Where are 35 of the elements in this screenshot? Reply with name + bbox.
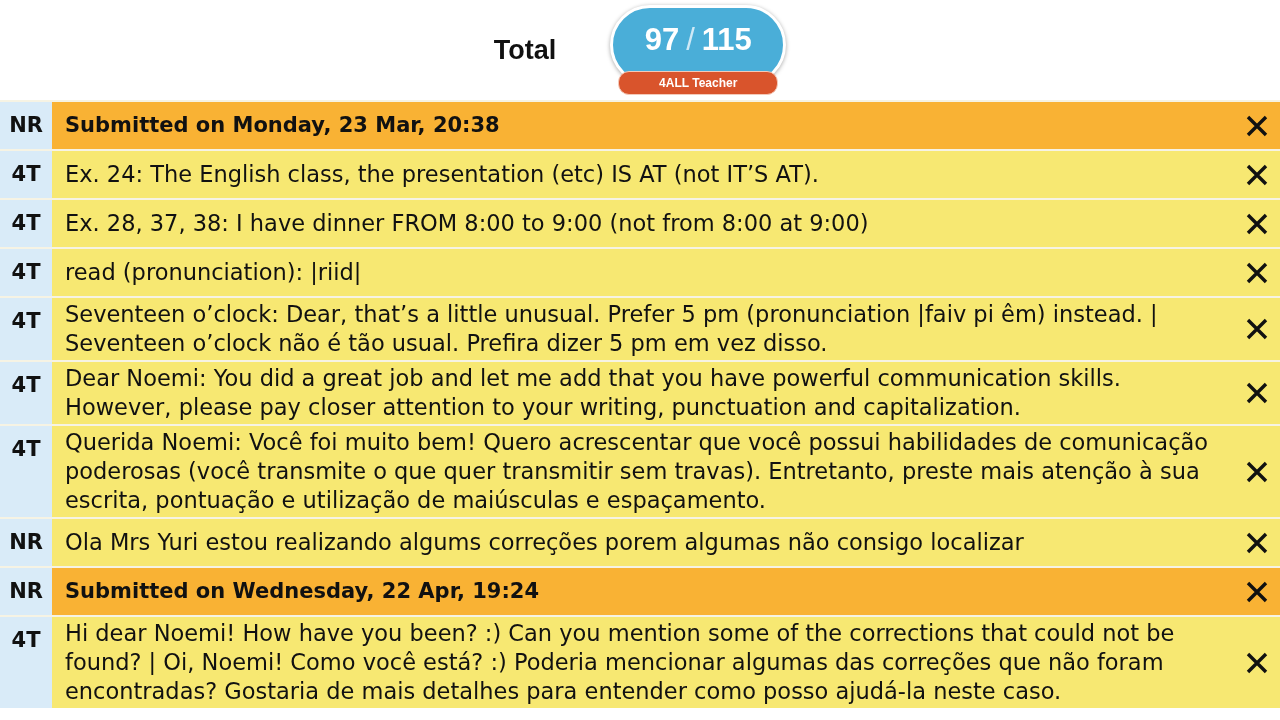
close-icon[interactable] bbox=[1246, 261, 1268, 284]
entry-code: 4T bbox=[11, 372, 41, 399]
correction-comment: read (pronunciation): |riid| bbox=[65, 258, 363, 287]
entry-code: 4T bbox=[11, 210, 41, 237]
total-label: Total bbox=[493, 34, 557, 66]
close-icon[interactable] bbox=[1246, 318, 1268, 340]
entry-code: 4T bbox=[11, 259, 41, 286]
score-max: 115 bbox=[701, 22, 752, 58]
close-icon[interactable] bbox=[1246, 163, 1268, 186]
entry-code: 4T bbox=[11, 161, 41, 188]
entry-code: 4T bbox=[11, 436, 41, 463]
entry-code: 4T bbox=[11, 308, 41, 335]
correction-comment: Ex. 24: The English class, the presentation (etc) IS AT (not IT’S AT). bbox=[65, 160, 820, 189]
correction-comment: Hi dear Noemi! How have you been? :) Can you mention some of the corrections that could not be found? | Oi, Noemi! Como você está? :) Poderia mencionar algumas das correções que não foram encontradas? Gostaria de mais detalhes para entender como posso ajudá-la neste caso. bbox=[65, 619, 1176, 706]
close-icon[interactable] bbox=[1246, 531, 1268, 554]
score-divider: / bbox=[686, 22, 695, 58]
correction-comment: Ex. 28, 37, 38: I have dinner FROM 8:00 to 9:00 (not from 8:00 at 9:00) bbox=[65, 209, 870, 238]
correction-comment: Seventeen o’clock: Dear, that’s a little unusual. Prefer 5 pm (pronunciation |faiv pi êm) instead. | Seventeen o’clock não é tão usual. Prefira dizer 5 pm em vez disso. bbox=[65, 300, 1159, 358]
entry-code: NR bbox=[9, 112, 43, 139]
teacher-label: 4ALL Teacher bbox=[618, 71, 779, 95]
submission-date: Submitted on Monday, 23 Mar, 20:38 bbox=[65, 112, 501, 139]
entry-code: NR bbox=[9, 578, 43, 605]
close-icon[interactable] bbox=[1246, 651, 1268, 674]
submission-date: Submitted on Wednesday, 22 Apr, 19:24 bbox=[65, 578, 541, 605]
entry-code: NR bbox=[9, 529, 43, 556]
close-icon[interactable] bbox=[1246, 114, 1268, 137]
close-icon[interactable] bbox=[1246, 212, 1268, 235]
correction-comment: Ola Mrs Yuri estou realizando algums correções porem algumas não consigo localizar bbox=[65, 528, 1025, 557]
close-icon[interactable] bbox=[1246, 580, 1268, 603]
correction-comment: Querida Noemi: Você foi muito bem! Quero acrescentar que você possui habilidades de comunicação poderosas (você transmite o que quer transmitir sem travas). Entretanto, preste mais atenção à sua escrita, pontuação e utilização de maiúsculas e espaçamento. bbox=[65, 428, 1210, 515]
close-icon[interactable] bbox=[1246, 382, 1268, 404]
correction-comment: Dear Noemi: You did a great job and let me add that you have powerful communication skills. However, please pay closer attention to your writing, punctuation and capitalization. bbox=[65, 364, 1122, 422]
close-icon[interactable] bbox=[1246, 460, 1268, 483]
score-value: 97 bbox=[644, 22, 680, 58]
entry-code: 4T bbox=[11, 627, 41, 654]
